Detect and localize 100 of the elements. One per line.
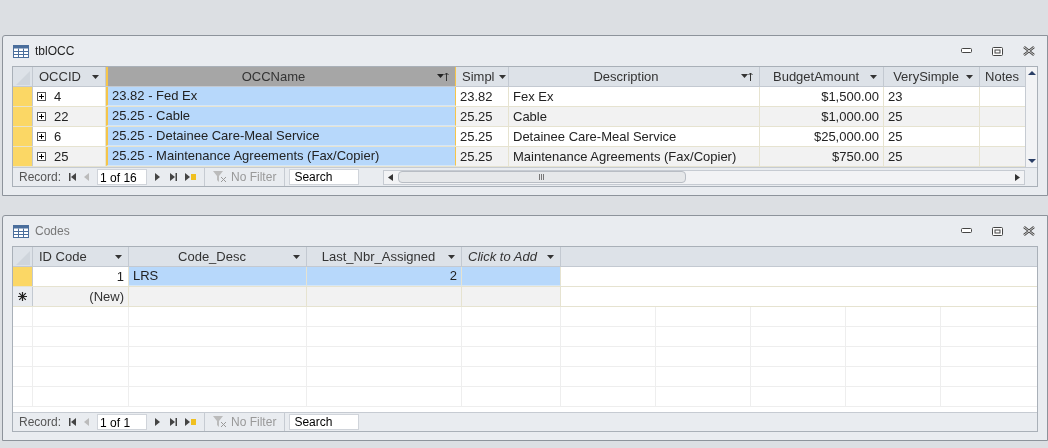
cell-text: 25.25 - Cable	[112, 107, 191, 125]
window-title: Codes	[35, 223, 70, 240]
dropdown-arrow-icon[interactable]	[92, 74, 99, 79]
cell-text: 25.25	[460, 147, 493, 166]
last-record-icon[interactable]	[170, 418, 178, 426]
cell-text: 6	[54, 127, 62, 146]
table-cell[interactable]: 25.25 - Maintenance Agreements (Fax/Copier)	[106, 147, 456, 166]
column-header[interactable]: Simpl	[456, 67, 509, 86]
table-cell[interactable]	[462, 287, 561, 306]
column-header[interactable]: BudgetAmount	[760, 67, 884, 86]
table-cell[interactable]	[462, 267, 561, 286]
close-icon[interactable]	[1023, 226, 1035, 236]
horizontal-scrollbar[interactable]	[383, 169, 1025, 185]
table-icon	[13, 44, 29, 58]
table-cell[interactable]: LRS	[129, 267, 307, 286]
table-cell[interactable]: 25	[884, 107, 980, 126]
cell-text: $1,500.00	[821, 87, 879, 106]
record-position-field[interactable]: 1 of 1	[97, 414, 148, 430]
first-record-icon[interactable]	[69, 173, 77, 181]
cell-text: 25	[888, 127, 903, 146]
table-cell[interactable]: 23.82 - Fed Ex	[106, 87, 456, 106]
search-field[interactable]: Search	[289, 414, 360, 430]
new-record-icon[interactable]	[185, 173, 197, 181]
column-header[interactable]: Description	[509, 67, 760, 86]
cell-text: 4	[54, 87, 62, 106]
filter-off-icon	[213, 171, 228, 183]
cell-text: 25	[54, 147, 69, 166]
expand-icon[interactable]	[37, 92, 46, 101]
cell-text: Cable	[513, 107, 547, 126]
expand-icon[interactable]	[37, 132, 46, 141]
column-header[interactable]: Code_Desc	[129, 247, 307, 266]
cell-text: 25.25	[460, 127, 493, 146]
cell-text: 25.25 - Detainee Care-Meal Service	[112, 127, 320, 145]
table-cell[interactable]: $750.00	[760, 147, 884, 166]
table-cell[interactable]: 25	[33, 147, 106, 166]
table-cell[interactable]: 25.25	[456, 147, 509, 166]
dropdown-arrow-icon[interactable]	[870, 74, 877, 79]
dropdown-arrow-icon[interactable]	[448, 254, 455, 259]
cell-text: 23	[888, 87, 903, 106]
first-record-icon[interactable]	[69, 418, 77, 426]
cell-text: 2	[449, 267, 457, 285]
window-title: tblOCC	[35, 43, 75, 60]
column-header[interactable]: OCCName	[106, 67, 456, 86]
expand-icon[interactable]	[37, 112, 46, 121]
cell-text: $25,000.00	[813, 127, 879, 146]
new-row-asterisk-icon	[18, 292, 27, 301]
table-cell[interactable]: 2	[307, 267, 462, 286]
cell-text: $750.00	[832, 147, 879, 166]
sort-filter-icon[interactable]	[437, 71, 449, 82]
restore-icon[interactable]	[992, 46, 1003, 56]
record-label: Record:	[19, 169, 62, 186]
dropdown-arrow-icon[interactable]	[115, 254, 122, 259]
scroll-down-icon[interactable]	[1026, 157, 1037, 165]
column-header[interactable]: ID Code	[33, 247, 129, 266]
cell-text: $1,000.00	[821, 107, 879, 126]
next-record-icon[interactable]	[155, 418, 161, 426]
table-cell[interactable]: 25.25 - Cable	[106, 107, 456, 126]
last-record-icon[interactable]	[170, 173, 178, 181]
table-cell[interactable]: (New)	[33, 287, 129, 306]
table-cell[interactable]: 22	[33, 107, 106, 126]
table-cell[interactable]	[307, 287, 462, 306]
cell-text: Fex Ex	[513, 87, 554, 106]
cell-text: LRS	[133, 267, 159, 285]
scrollbar-thumb[interactable]	[398, 171, 687, 183]
cell-text: 25.25	[460, 107, 493, 126]
expand-icon[interactable]	[37, 152, 46, 161]
next-record-icon[interactable]	[155, 173, 161, 181]
new-record-icon[interactable]	[185, 418, 197, 426]
grip-icon	[539, 174, 546, 180]
dropdown-arrow-icon[interactable]	[547, 254, 554, 259]
table-cell[interactable]: 25.25 - Detainee Care-Meal Service	[106, 127, 456, 146]
table-cell[interactable]	[980, 147, 1025, 166]
column-header[interactable]: Click to Add	[462, 247, 561, 266]
close-icon[interactable]	[1023, 46, 1035, 56]
record-label: Record:	[19, 414, 62, 431]
minimize-icon[interactable]	[961, 228, 972, 234]
table-cell[interactable]: 25.25	[456, 107, 509, 126]
vertical-scrollbar[interactable]	[1025, 67, 1037, 167]
cell-text: Detainee Care-Meal Service	[513, 127, 677, 146]
scroll-up-icon[interactable]	[1026, 69, 1037, 77]
cell-text: 1	[116, 267, 124, 286]
cell-text: 22	[54, 107, 69, 126]
table-cell[interactable]	[980, 107, 1025, 126]
dropdown-arrow-icon[interactable]	[966, 74, 973, 79]
sort-filter-icon[interactable]	[741, 71, 753, 82]
dropdown-arrow-icon[interactable]	[498, 74, 506, 79]
column-header[interactable]: VerySimple	[884, 67, 980, 86]
record-position-field[interactable]: 1 of 16	[97, 169, 148, 185]
table-cell[interactable]: $1,000.00	[760, 107, 884, 126]
cell-text: 25	[888, 107, 903, 126]
minimize-icon[interactable]	[961, 48, 972, 54]
restore-icon[interactable]	[992, 226, 1003, 236]
dropdown-arrow-icon[interactable]	[293, 254, 300, 259]
table-cell[interactable]: 25	[884, 147, 980, 166]
table-cell[interactable]	[129, 287, 307, 306]
table-icon	[13, 224, 29, 238]
column-header[interactable]: Last_Nbr_Assigned	[307, 247, 462, 266]
row-selector[interactable]	[13, 287, 33, 306]
table-cell[interactable]: Cable	[509, 107, 760, 126]
search-field[interactable]: Search	[289, 169, 360, 185]
